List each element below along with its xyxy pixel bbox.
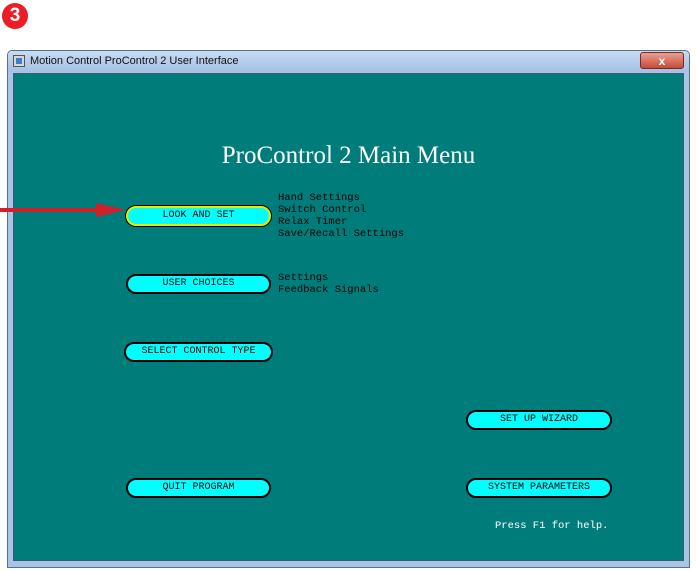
look-and-set-items: Hand Settings Switch Control Relax Timer… — [278, 192, 404, 240]
list-item: Settings — [278, 272, 329, 284]
app-window: Motion Control ProControl 2 User Interfa… — [7, 50, 690, 568]
list-item: Save/Recall Settings — [278, 228, 405, 240]
list-item: Relax Timer — [278, 216, 348, 228]
page-title: ProControl 2 Main Menu — [221, 142, 476, 169]
list-item: Feedback Signals — [278, 284, 379, 296]
user-choices-items: Settings Feedback Signals — [278, 272, 379, 296]
set-up-wizard-button[interactable]: SET UP WIZARD — [466, 410, 612, 430]
title-bar[interactable]: Motion Control ProControl 2 User Interfa… — [8, 51, 689, 72]
window-title: Motion Control ProControl 2 User Interfa… — [30, 55, 239, 67]
app-icon — [13, 55, 25, 67]
select-control-type-button[interactable]: SELECT CONTROL TYPE — [124, 342, 273, 362]
step-3-badge: 3 — [2, 3, 28, 29]
look-and-set-button[interactable]: LOOK AND SET — [126, 206, 271, 226]
close-icon: x — [658, 54, 666, 68]
system-parameters-button[interactable]: SYSTEM PARAMETERS — [466, 478, 612, 498]
list-item: Switch Control — [278, 204, 367, 216]
close-button[interactable]: x — [640, 52, 684, 69]
red-pointer-arrow — [0, 203, 126, 217]
user-choices-button[interactable]: USER CHOICES — [126, 274, 271, 294]
help-hint: Press F1 for help. — [495, 520, 609, 532]
list-item: Hand Settings — [278, 192, 360, 204]
main-menu-panel: ProControl 2 Main Menu LOOK AND SET Hand… — [13, 73, 684, 561]
quit-program-button[interactable]: QUIT PROGRAM — [126, 478, 271, 498]
